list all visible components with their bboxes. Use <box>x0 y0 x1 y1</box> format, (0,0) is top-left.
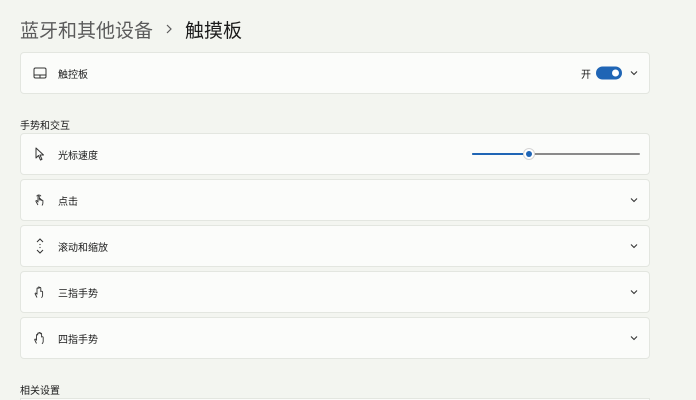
chevron-right-icon <box>166 24 172 34</box>
four-finger-label: 四指手势 <box>58 334 98 346</box>
tap-card[interactable]: 点击 <box>20 179 650 221</box>
section-title-gestures: 手势和交互 <box>20 121 70 132</box>
tap-label: 点击 <box>58 196 78 208</box>
touchpad-icon <box>32 65 48 81</box>
chevron-down-icon[interactable] <box>629 68 639 78</box>
scroll-zoom-card[interactable]: 滚动和缩放 <box>20 225 650 267</box>
tap-icon <box>32 192 48 208</box>
toggle-state-text: 开 <box>581 69 591 81</box>
touchpad-card[interactable]: 触控板 开 <box>20 52 650 94</box>
chevron-down-icon[interactable] <box>629 287 639 297</box>
four-finger-icon <box>32 330 48 346</box>
scroll-icon <box>32 238 48 254</box>
cursor-speed-label: 光标速度 <box>58 150 98 162</box>
three-finger-icon <box>32 284 48 300</box>
cursor-speed-slider[interactable] <box>472 147 640 161</box>
page-title: 触摸板 <box>185 19 243 42</box>
chevron-down-icon[interactable] <box>629 241 639 251</box>
chevron-down-icon[interactable] <box>629 333 639 343</box>
cursor-icon <box>32 146 48 162</box>
breadcrumb-parent[interactable]: 蓝牙和其他设备 <box>20 16 153 43</box>
slider-thumb[interactable] <box>523 148 536 160</box>
touchpad-toggle[interactable] <box>596 66 622 80</box>
touchpad-label: 触控板 <box>58 69 88 81</box>
breadcrumb: 蓝牙和其他设备 触摸板 <box>20 14 242 44</box>
section-title-related: 相关设置 <box>20 386 60 397</box>
slider-fill <box>472 153 530 155</box>
toggle-knob <box>612 69 619 77</box>
chevron-down-icon[interactable] <box>629 195 639 205</box>
scroll-zoom-label: 滚动和缩放 <box>58 242 108 254</box>
four-finger-card[interactable]: 四指手势 <box>20 317 650 359</box>
three-finger-label: 三指手势 <box>58 288 98 300</box>
cursor-speed-card: 光标速度 <box>20 133 650 175</box>
three-finger-card[interactable]: 三指手势 <box>20 271 650 313</box>
